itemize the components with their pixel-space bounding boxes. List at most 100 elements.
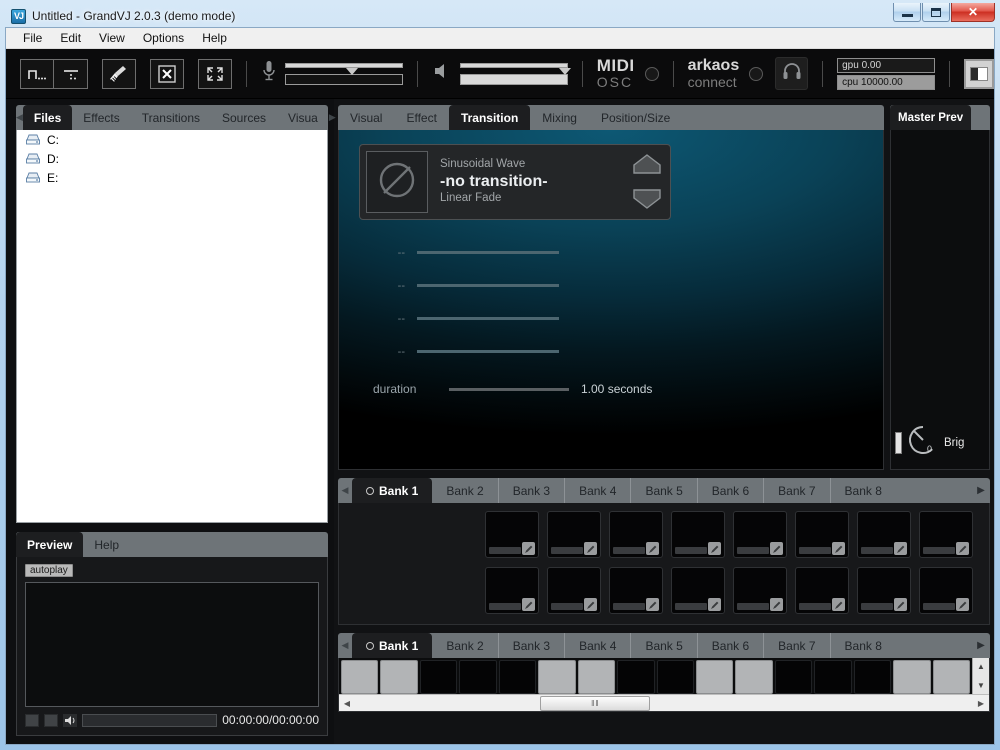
tab-effect[interactable]: Effect (394, 105, 448, 130)
cell-edit-icon[interactable] (584, 598, 597, 611)
cell-slider[interactable] (923, 603, 955, 610)
keyboard-key[interactable] (695, 660, 734, 694)
visual-cell[interactable] (547, 511, 601, 558)
visual-cell[interactable] (485, 567, 539, 614)
tab-files[interactable]: Files (22, 105, 73, 130)
tab-transitions[interactable]: Transitions (131, 105, 211, 130)
tab-sources[interactable]: Sources (211, 105, 277, 130)
visual-bank-prev-arrow[interactable]: ◀ (338, 478, 352, 503)
keyboard-key[interactable] (893, 660, 931, 694)
clear-button[interactable] (102, 58, 136, 89)
maximize-button[interactable] (922, 3, 950, 22)
master-volume-handle[interactable] (559, 67, 572, 75)
menu-help[interactable]: Help (193, 29, 236, 47)
keyboard-key[interactable] (774, 660, 813, 694)
cell-slider[interactable] (489, 547, 521, 554)
param-slider[interactable] (417, 251, 559, 254)
transition-selector-card[interactable]: Sinusoidal Wave -no transition- Linear F… (359, 144, 671, 220)
cell-slider[interactable] (613, 603, 645, 610)
layout-button[interactable] (964, 58, 994, 89)
visual-cell[interactable] (857, 511, 911, 558)
preview-screen[interactable] (25, 582, 319, 707)
cell-edit-icon[interactable] (894, 598, 907, 611)
cell-edit-icon[interactable] (522, 542, 535, 555)
master-volume-slider[interactable] (459, 62, 572, 85)
cell-slider[interactable] (737, 603, 769, 610)
visual-cell[interactable] (609, 511, 663, 558)
keyboard-key[interactable] (617, 660, 655, 694)
visual-cell[interactable] (547, 567, 601, 614)
autoplay-toggle[interactable]: autoplay (25, 564, 73, 577)
keyboard-bank-tab-8[interactable]: Bank 8 (831, 633, 896, 658)
list-item[interactable]: D: (17, 149, 327, 168)
visual-bank-tab-3[interactable]: Bank 3 (499, 478, 566, 503)
param-slider[interactable] (417, 317, 559, 320)
cell-edit-icon[interactable] (584, 542, 597, 555)
visual-bank-tab-7[interactable]: Bank 7 (764, 478, 831, 503)
keyboard-vertical-scrollbar[interactable]: ▲ ▼ (972, 658, 989, 694)
keyboard-key[interactable] (735, 660, 773, 694)
cell-slider[interactable] (675, 603, 707, 610)
tab-effects[interactable]: Effects (72, 105, 130, 130)
chevron-up-icon[interactable] (632, 152, 662, 182)
tab-position-size[interactable]: Position/Size (589, 105, 682, 130)
visual-cell[interactable] (671, 511, 725, 558)
file-browser-list[interactable]: C: D: E: (16, 130, 328, 523)
minimize-button[interactable] (893, 3, 921, 22)
hscroll-thumb[interactable]: ‖‖ (540, 695, 651, 711)
cell-slider[interactable] (675, 547, 707, 554)
visual-bank-tab-4[interactable]: Bank 4 (565, 478, 632, 503)
keyboard-bank-tab-5[interactable]: Bank 5 (631, 633, 698, 658)
visual-bank-tab-5[interactable]: Bank 5 (631, 478, 698, 503)
keyboard-horizontal-scrollbar[interactable]: ◀ ‖‖ ▶ (339, 694, 989, 711)
master-preview-screen[interactable]: 0 Brig (890, 130, 990, 470)
mic-slider[interactable] (284, 62, 403, 85)
keyboard-bank-tab-6[interactable]: Bank 6 (698, 633, 765, 658)
visual-cell[interactable] (671, 567, 725, 614)
visual-cell[interactable] (795, 567, 849, 614)
cell-slider[interactable] (799, 547, 831, 554)
cell-edit-icon[interactable] (956, 542, 969, 555)
keyboard-key[interactable] (538, 660, 576, 694)
cell-edit-icon[interactable] (832, 542, 845, 555)
keyboard-key[interactable] (577, 660, 616, 694)
scroll-up-button[interactable]: ▲ (973, 658, 989, 675)
cell-edit-icon[interactable] (646, 598, 659, 611)
keyboard-bank-tab-3[interactable]: Bank 3 (499, 633, 566, 658)
mic-slider-track[interactable] (284, 62, 403, 75)
tab-mixing[interactable]: Mixing (530, 105, 589, 130)
preview-scrubber[interactable] (82, 713, 218, 727)
tab-transition[interactable]: Transition (448, 105, 531, 130)
list-item[interactable]: E: (17, 168, 327, 187)
pause-button[interactable] (25, 713, 39, 727)
kill-button[interactable] (149, 58, 184, 89)
cell-edit-icon[interactable] (708, 542, 721, 555)
fullscreen-button[interactable] (197, 58, 232, 89)
brightness-slot[interactable] (895, 431, 902, 454)
keyboard-key[interactable] (656, 660, 694, 694)
browser-tabs-next-arrow[interactable]: ▶ (329, 105, 336, 130)
keyboard-key[interactable] (341, 660, 379, 694)
midi-osc-status[interactable]: MIDI OSC (597, 57, 635, 90)
keyboard-key[interactable] (380, 660, 418, 694)
close-button[interactable]: ✕ (951, 3, 995, 22)
menu-view[interactable]: View (90, 29, 134, 47)
cell-slider[interactable] (737, 547, 769, 554)
menu-file[interactable]: File (14, 29, 51, 47)
keyboard-key[interactable] (459, 660, 497, 694)
visual-bank-tab-1[interactable]: Bank 1 (352, 478, 433, 503)
visual-bank-tab-6[interactable]: Bank 6 (698, 478, 765, 503)
param-slider[interactable] (417, 284, 559, 287)
headphone-button[interactable] (775, 57, 809, 90)
tab-preview[interactable]: Preview (16, 532, 84, 557)
stop-button[interactable] (44, 713, 58, 727)
brightness-knob[interactable]: 0 (907, 424, 939, 461)
browser-tabs-prev-arrow[interactable]: ◀ (16, 105, 23, 130)
visual-cell[interactable] (733, 567, 787, 614)
cell-slider[interactable] (489, 603, 521, 610)
volume-button[interactable] (63, 713, 77, 727)
keyboard-bank-tab-7[interactable]: Bank 7 (764, 633, 831, 658)
cell-slider[interactable] (799, 603, 831, 610)
visual-bank-next-arrow[interactable]: ▶ (972, 478, 990, 503)
mic-slider-handle[interactable] (346, 67, 359, 75)
